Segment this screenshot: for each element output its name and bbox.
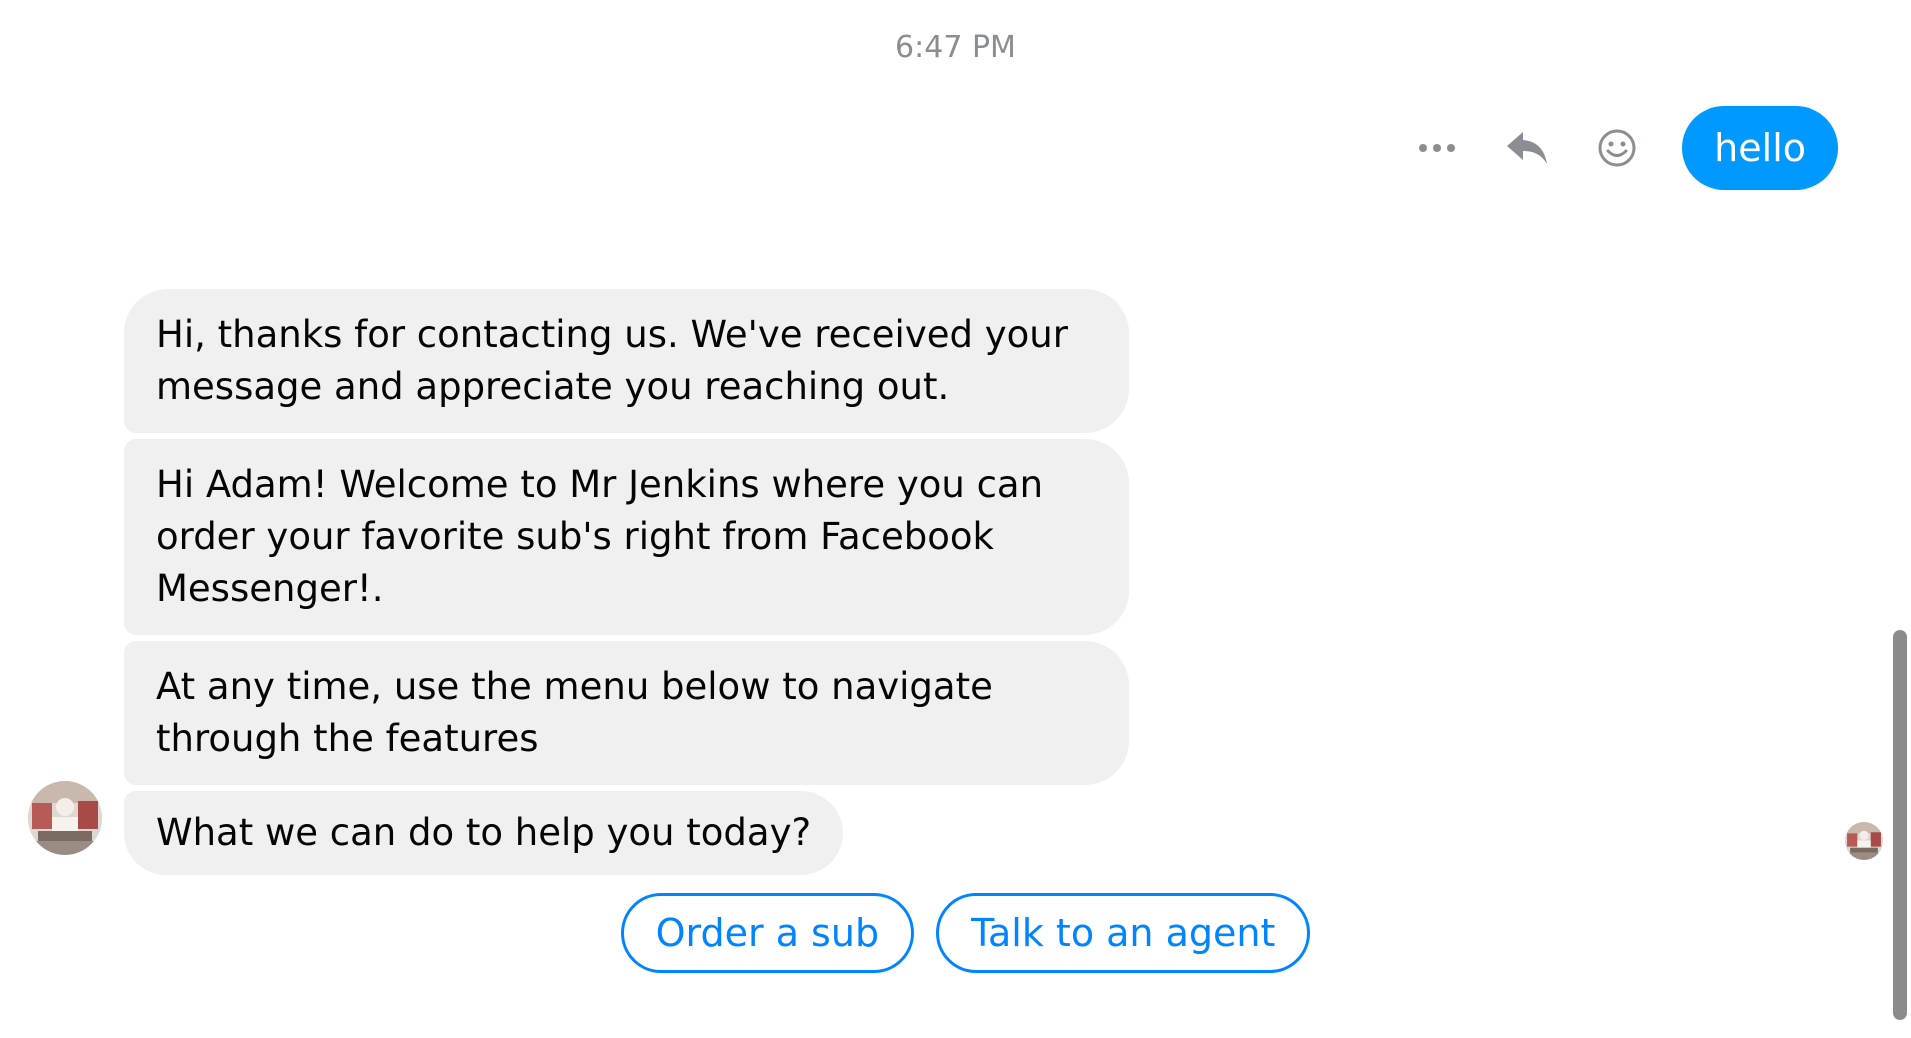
reply-icon bbox=[1505, 130, 1549, 166]
read-receipt-avatar bbox=[1845, 822, 1883, 860]
talk-to-agent-button[interactable]: Talk to an agent bbox=[936, 893, 1311, 973]
more-options-button[interactable] bbox=[1412, 123, 1462, 173]
sender-avatar[interactable] bbox=[28, 781, 102, 855]
emoji-icon bbox=[1597, 128, 1637, 168]
outgoing-message-bubble[interactable]: hello bbox=[1682, 106, 1838, 190]
incoming-message-bubble[interactable]: At any time, use the menu below to navig… bbox=[124, 641, 1129, 785]
quick-replies: Order a sub Talk to an agent bbox=[0, 893, 1911, 973]
incoming-message-bubble[interactable]: What we can do to help you today? bbox=[124, 791, 844, 875]
scrollbar-thumb[interactable] bbox=[1893, 630, 1907, 1020]
incoming-message-bubble[interactable]: Hi Adam! Welcome to Mr Jenkins where you… bbox=[124, 439, 1129, 635]
order-a-sub-button[interactable]: Order a sub bbox=[620, 893, 915, 973]
scrollbar[interactable] bbox=[1889, 0, 1911, 1038]
more-icon bbox=[1417, 142, 1457, 154]
incoming-message-group: Hi, thanks for contacting us. We've rece… bbox=[124, 289, 1134, 881]
incoming-message-bubble[interactable]: Hi, thanks for contacting us. We've rece… bbox=[124, 289, 1129, 433]
message-timestamp: 6:47 PM bbox=[895, 30, 1016, 65]
reply-button[interactable] bbox=[1502, 123, 1552, 173]
messenger-conversation: 6:47 PM hello Hi, thanks for contacting … bbox=[0, 0, 1911, 1038]
outgoing-message-row: hello bbox=[1412, 106, 1838, 190]
react-button[interactable] bbox=[1592, 123, 1642, 173]
